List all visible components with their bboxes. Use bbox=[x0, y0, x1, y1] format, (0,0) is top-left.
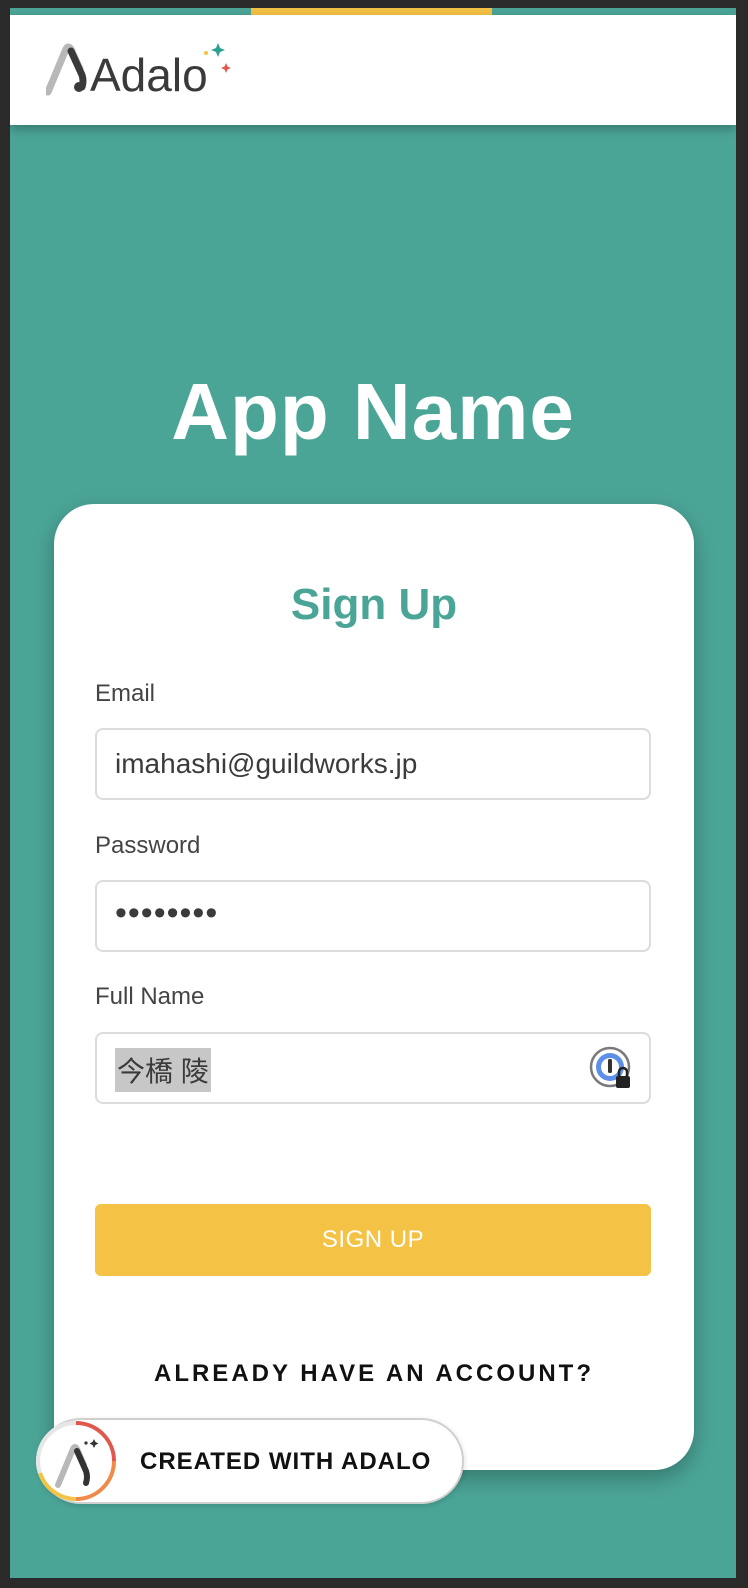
signup-title: Sign Up bbox=[290, 580, 458, 629]
adalo-logo: Adalo bbox=[46, 43, 231, 97]
app-header: Adalo bbox=[10, 15, 736, 125]
signup-button[interactable]: SIGN UP bbox=[95, 1204, 651, 1276]
full-name-value: 今橋 陵 bbox=[115, 1048, 211, 1092]
adalo-badge-icon bbox=[36, 1421, 116, 1501]
app-name-title: App Name bbox=[171, 367, 575, 456]
email-value: imahashi@guildworks.jp bbox=[115, 748, 418, 779]
app-screen: Adalo App Name Sign Up Email imahashi@gu… bbox=[10, 8, 736, 1578]
password-manager-icon[interactable] bbox=[589, 1046, 635, 1092]
full-name-label: Full Name bbox=[95, 983, 205, 1010]
password-field[interactable]: •••••••• bbox=[95, 880, 651, 952]
top-stripe bbox=[10, 8, 736, 15]
svg-text:Adalo: Adalo bbox=[90, 49, 208, 97]
login-link[interactable]: ALREADY HAVE AN ACCOUNT? bbox=[54, 1360, 694, 1388]
password-label: Password bbox=[95, 832, 201, 859]
created-with-adalo-badge[interactable]: CREATED WITH ADALO bbox=[36, 1418, 464, 1504]
email-label: Email bbox=[95, 680, 156, 707]
email-field[interactable]: imahashi@guildworks.jp bbox=[95, 728, 651, 800]
signup-card: Sign Up Email imahashi@guildworks.jp Pas… bbox=[54, 504, 694, 1470]
badge-label: CREATED WITH ADALO bbox=[140, 1448, 432, 1475]
password-value: •••••••• bbox=[115, 894, 219, 932]
top-stripe-accent bbox=[251, 8, 492, 15]
full-name-field[interactable]: 今橋 陵 bbox=[95, 1032, 651, 1104]
